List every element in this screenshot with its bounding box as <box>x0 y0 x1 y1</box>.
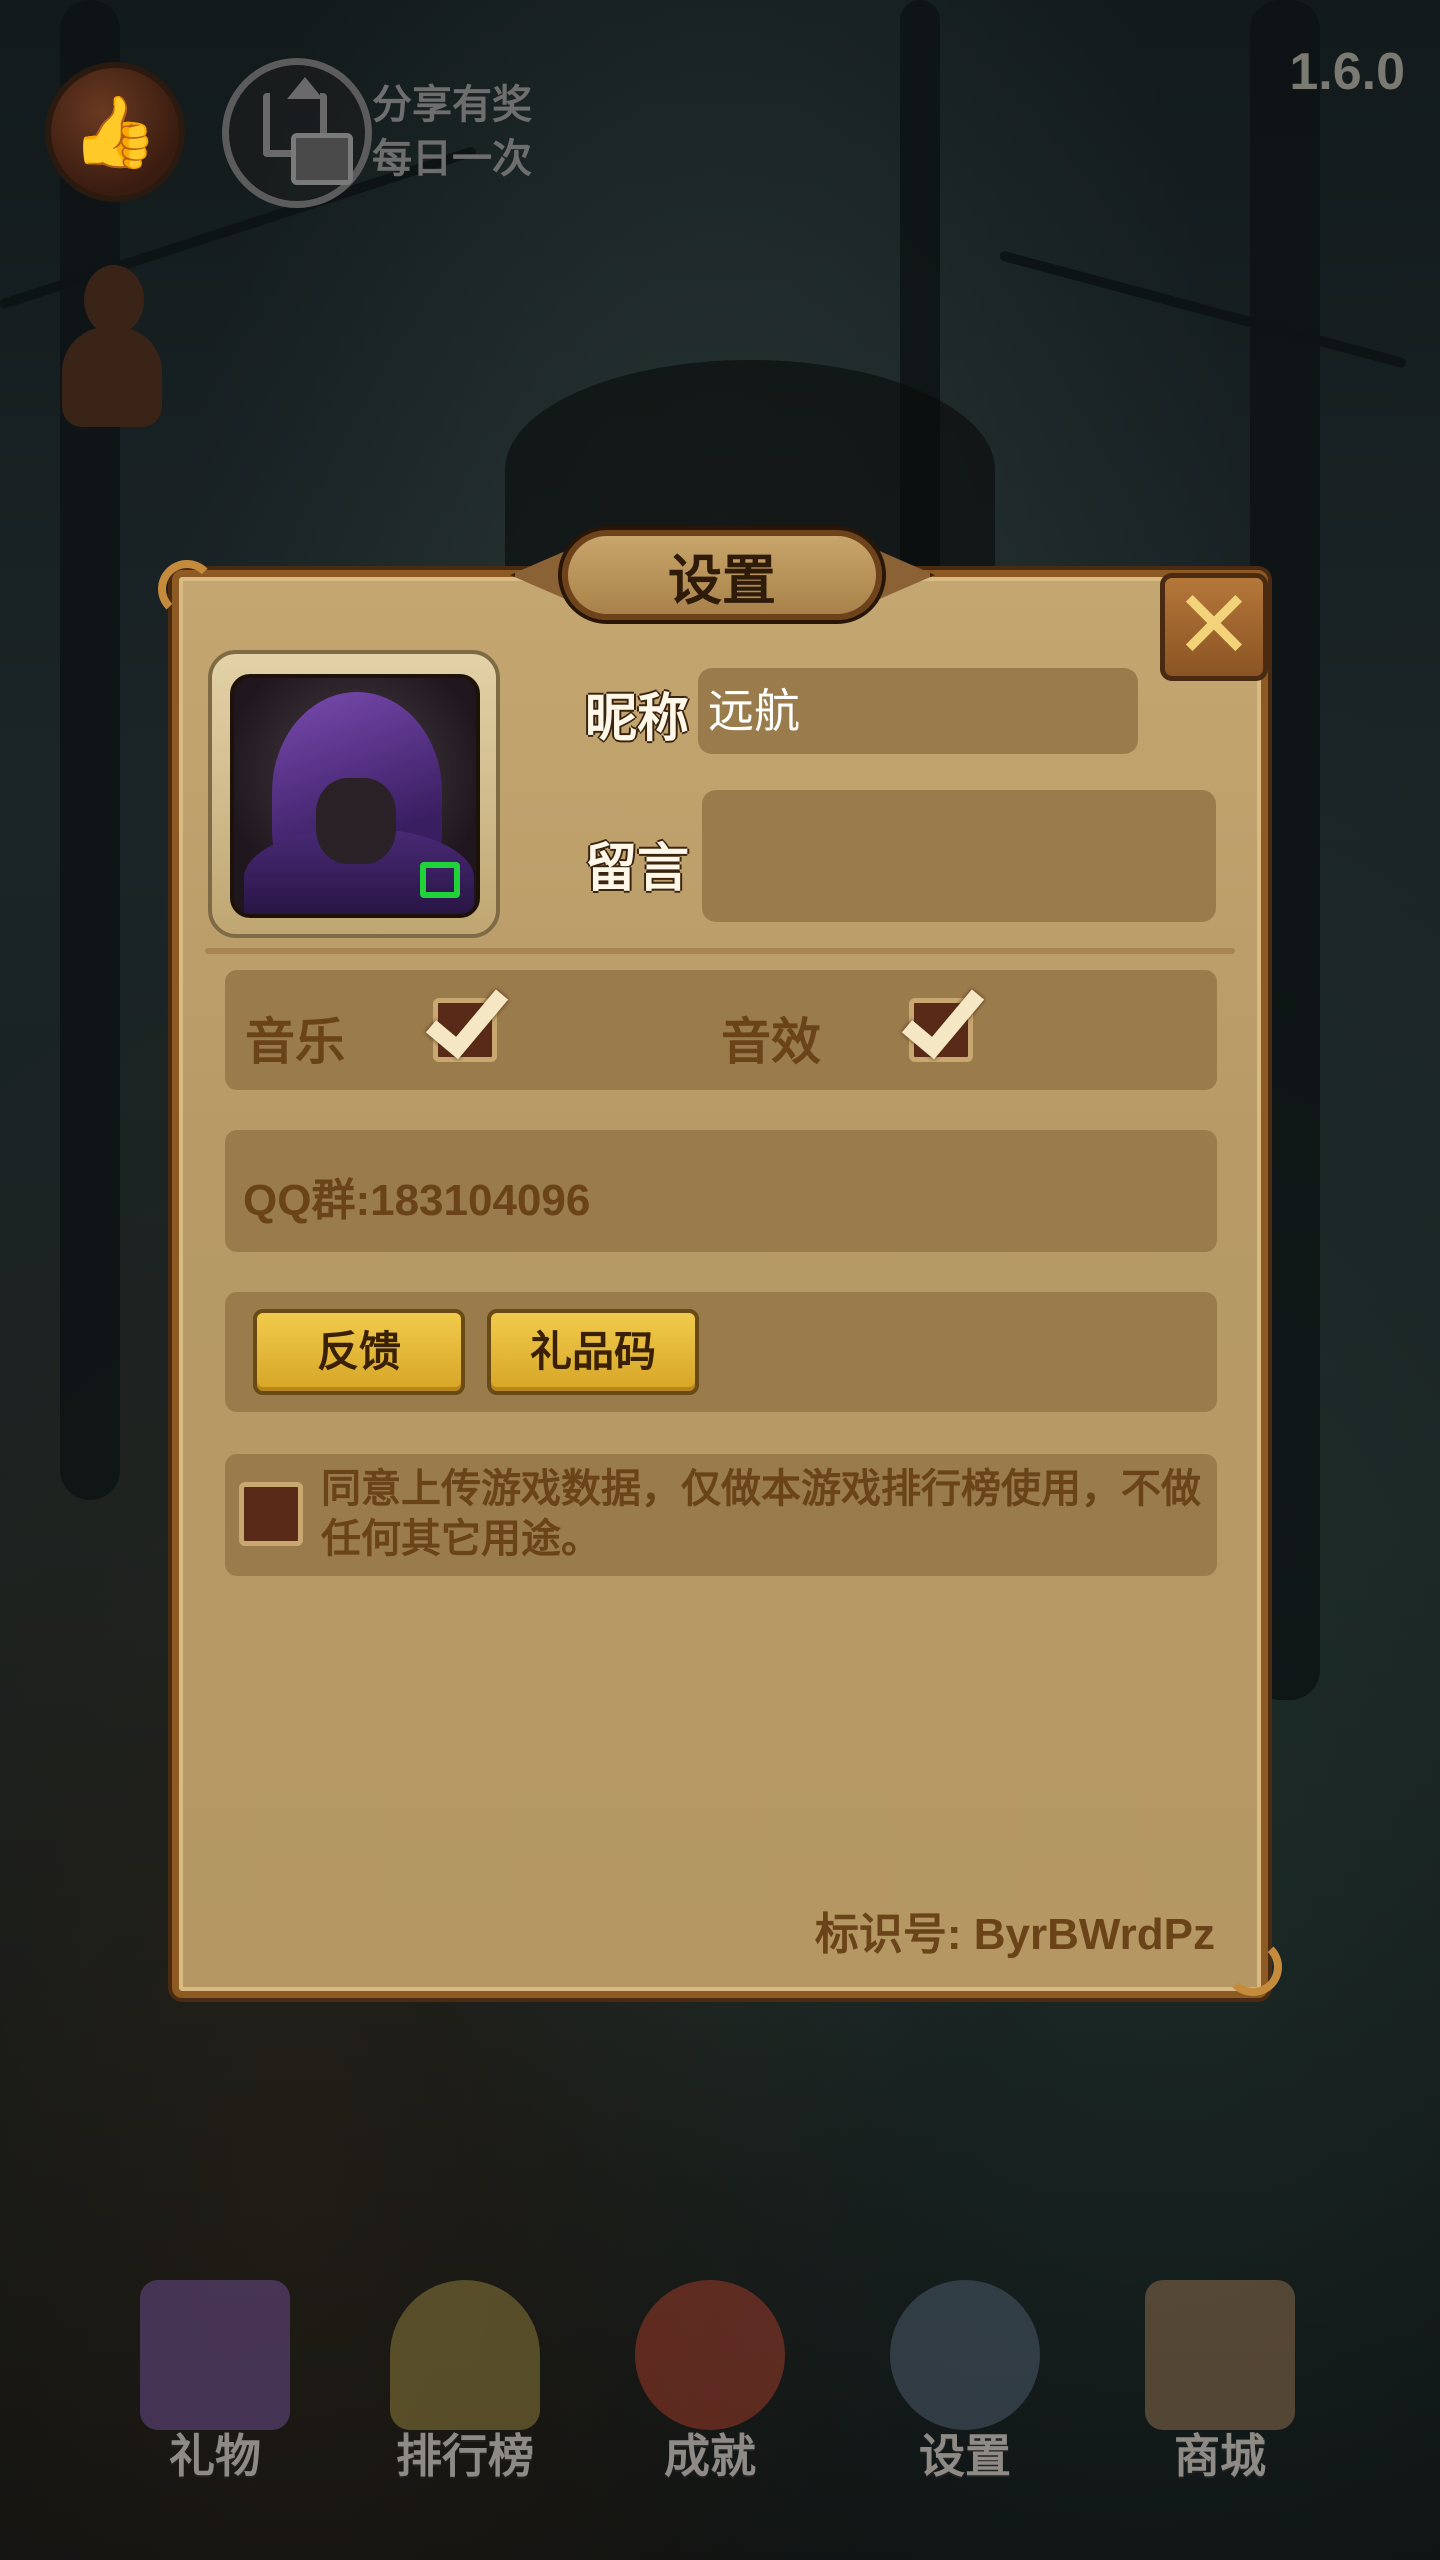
nav-gift-label: 礼物 <box>169 2429 261 2483</box>
nav-achievements-label: 成就 <box>664 2429 756 2483</box>
share-arrow-icon <box>287 77 323 99</box>
share-reward-line2: 每日一次 <box>372 136 532 182</box>
cart-icon <box>1145 2280 1295 2430</box>
version-label: 1.6.0 <box>1289 43 1405 101</box>
qq-group-text: QQ群:183104096 <box>243 1176 591 1225</box>
gift-icon <box>291 133 353 185</box>
nav-shop[interactable]: 商城 <box>1110 2250 1330 2490</box>
nickname-label: 昵称 <box>585 689 690 749</box>
swap-avatar-icon[interactable] <box>420 862 460 898</box>
gift-icon <box>140 2280 290 2430</box>
action-buttons-row: 反馈 礼品码 <box>225 1292 1217 1412</box>
bg-branch <box>998 250 1407 369</box>
nav-settings-label: 设置 <box>919 2429 1011 2483</box>
message-input[interactable] <box>702 790 1216 922</box>
medal-icon <box>635 2280 785 2430</box>
corner-ornament <box>158 560 216 618</box>
share-button[interactable] <box>222 58 372 208</box>
nav-gift[interactable]: 礼物 <box>105 2250 325 2490</box>
music-checkbox[interactable] <box>425 972 509 1062</box>
nav-achievements[interactable]: 成就 <box>600 2250 820 2490</box>
consent-text: 同意上传游戏数据，仅做本游戏排行榜使用，不做任何其它用途。 <box>321 1466 1201 1562</box>
thumbs-up-icon: 👍 <box>71 90 159 173</box>
nav-shop-label: 商城 <box>1174 2429 1266 2483</box>
corner-ornament <box>1224 1938 1282 1996</box>
checkmark-icon <box>901 972 985 1060</box>
message-label: 留言 <box>585 839 690 899</box>
dialog-title: 设置 <box>562 530 882 620</box>
nav-leaderboard-label: 排行榜 <box>396 2429 534 2483</box>
sound-settings-row: 音乐 音效 <box>225 970 1217 1090</box>
gift-code-button[interactable]: 礼品码 <box>487 1309 699 1395</box>
share-reward-line1: 分享有奖 <box>372 82 532 128</box>
nickname-input[interactable]: 远航 <box>698 668 1138 754</box>
consent-checkbox[interactable] <box>239 1482 303 1546</box>
music-label: 音乐 <box>245 1013 345 1071</box>
close-icon: ✕ <box>1173 569 1255 681</box>
gear-icon <box>890 2280 1040 2430</box>
bottom-nav: 礼物 排行榜 成就 设置 商城 <box>0 2250 1440 2490</box>
feedback-button[interactable]: 反馈 <box>253 1309 465 1395</box>
trophy-icon <box>390 2280 540 2430</box>
profile-avatar-button[interactable] <box>62 265 162 430</box>
identifier-label: 标识号: ByrBWrdPz <box>814 1910 1215 1959</box>
section-divider <box>205 948 1235 954</box>
nav-leaderboard[interactable]: 排行榜 <box>355 2250 575 2490</box>
sfx-checkbox[interactable] <box>901 972 985 1062</box>
share-reward-text: 分享有奖 每日一次 <box>372 78 532 186</box>
close-button[interactable]: ✕ <box>1160 573 1268 681</box>
nav-settings[interactable]: 设置 <box>855 2250 1075 2490</box>
bg-tree <box>60 0 120 1500</box>
like-button[interactable]: 👍 <box>45 62 185 202</box>
avatar-body <box>62 327 162 427</box>
sfx-label: 音效 <box>721 1013 821 1071</box>
qq-group-row: QQ群:183104096 <box>225 1130 1217 1252</box>
data-consent-row: 同意上传游戏数据，仅做本游戏排行榜使用，不做任何其它用途。 <box>225 1454 1217 1576</box>
portrait-face <box>316 778 396 864</box>
avatar-head <box>84 265 144 335</box>
checkmark-icon <box>425 972 509 1060</box>
